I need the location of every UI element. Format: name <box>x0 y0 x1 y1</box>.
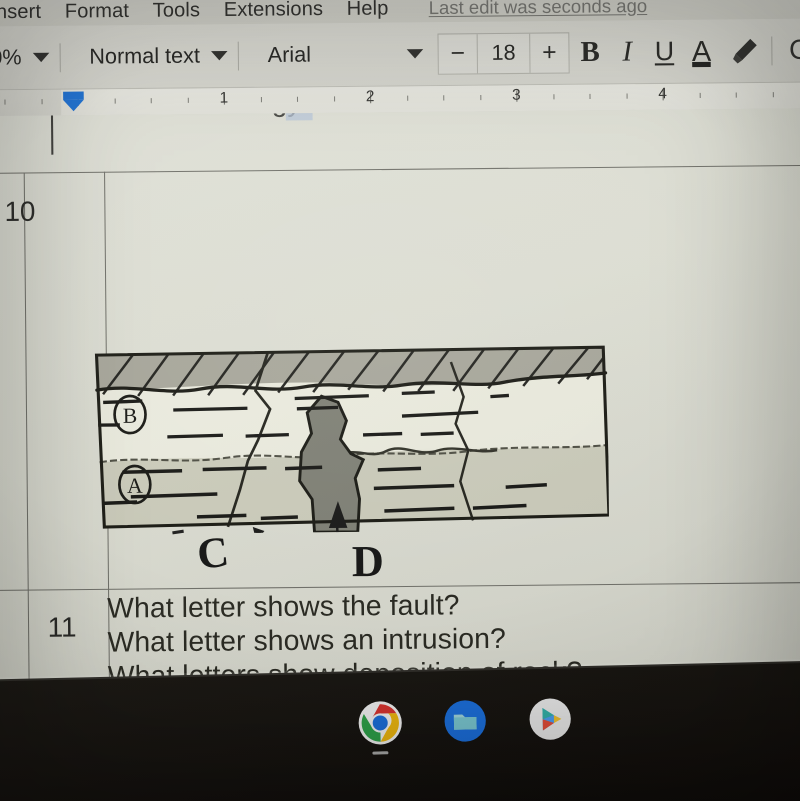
document-page[interactable]: Historical Geology 10 11 <box>0 108 800 713</box>
ruler-minor-tick <box>552 94 554 100</box>
selection-chip <box>285 112 313 121</box>
font-family-dropdown[interactable]: Arial <box>249 22 424 86</box>
handwriting-dash <box>172 529 184 535</box>
menu-tools[interactable]: Tools <box>153 0 214 22</box>
handwritten-label-c: C <box>194 528 232 580</box>
toolbar-divider <box>59 42 61 72</box>
underline-button[interactable]: U <box>648 35 681 67</box>
ruler-minor-tick <box>333 96 335 102</box>
ruler-minor-tick <box>626 93 628 99</box>
paragraph-style-value: Normal text <box>89 43 201 69</box>
text-color-button[interactable]: A <box>685 34 718 67</box>
geologic-cross-section-diagram: B A <box>92 342 610 535</box>
chrome-icon[interactable] <box>357 700 403 755</box>
formatting-toolbar: 00% Normal text Arial − 18 + B I U A G <box>0 18 800 91</box>
google-play-icon[interactable] <box>527 696 573 742</box>
screen-photo: Insert Format Tools Extensions Help Last… <box>0 0 800 801</box>
ruler-number-3: 3 <box>511 86 521 104</box>
ruler-minor-tick <box>150 98 152 104</box>
highlight-color-button[interactable] <box>728 35 761 66</box>
menu-insert[interactable]: Insert <box>0 0 55 24</box>
increase-font-size-button[interactable]: + <box>530 38 568 66</box>
table-border-top <box>0 164 800 174</box>
bold-button[interactable]: B <box>573 36 606 69</box>
ruler-number-2: 2 <box>365 87 375 106</box>
ruler-number-1: 1 <box>219 89 229 107</box>
font-size-input[interactable]: 18 <box>476 33 531 73</box>
ruler-minor-tick <box>41 99 43 105</box>
paragraph-style-dropdown[interactable]: Normal text <box>71 24 229 88</box>
ruler-minor-tick <box>772 92 774 98</box>
italic-button[interactable]: I <box>611 35 644 68</box>
ruler-minor-tick <box>443 95 445 101</box>
font-size-stepper[interactable]: − 18 + <box>437 31 570 75</box>
ruler-minor-tick <box>699 92 701 98</box>
ruler-number-4: 4 <box>658 84 667 103</box>
files-folder-icon[interactable] <box>442 698 488 744</box>
ruler-minor-tick <box>114 98 116 104</box>
questions-table <box>0 164 800 702</box>
indent-triangle-icon <box>63 99 84 112</box>
menu-help[interactable]: Help <box>347 0 402 21</box>
indent-bar <box>63 91 84 100</box>
chevron-down-icon <box>211 51 228 61</box>
chevron-down-icon <box>406 49 424 59</box>
toolbar-divider <box>771 36 773 65</box>
ruler-minor-tick <box>406 95 408 101</box>
ruler-minor-tick <box>187 97 189 103</box>
zoom-control[interactable]: 00% <box>0 26 50 89</box>
ruler-minor-tick <box>479 94 481 101</box>
decrease-font-size-button[interactable]: − <box>439 39 477 67</box>
last-edit-status[interactable]: Last edit was seconds ago <box>429 0 648 19</box>
row-number-10: 10 <box>4 196 36 228</box>
ruler-minor-tick <box>735 92 737 98</box>
insert-link-button[interactable]: G <box>789 34 800 66</box>
ruler-minor-tick <box>296 96 299 102</box>
ruler-minor-tick <box>589 93 591 100</box>
left-indent-marker[interactable] <box>63 91 84 113</box>
toolbar-divider <box>237 41 239 70</box>
chevron-down-icon <box>32 52 50 63</box>
running-indicator <box>372 751 389 755</box>
row-number-11: 11 <box>47 611 77 643</box>
menu-format[interactable]: Format <box>65 0 143 23</box>
svg-text:B: B <box>123 404 138 428</box>
menu-extensions[interactable]: Extensions <box>224 0 337 22</box>
highlighter-pen-icon <box>733 38 758 63</box>
table-border-left <box>23 172 30 700</box>
handwritten-label-d: D <box>351 537 385 587</box>
ruler-minor-tick <box>260 97 262 103</box>
font-family-value: Arial <box>267 42 312 67</box>
text-cursor <box>50 111 53 155</box>
ruler-minor-tick <box>4 99 6 105</box>
chromebook-display: Insert Format Tools Extensions Help Last… <box>0 0 800 713</box>
svg-text:A: A <box>127 474 143 498</box>
zoom-value: 00% <box>0 45 22 70</box>
